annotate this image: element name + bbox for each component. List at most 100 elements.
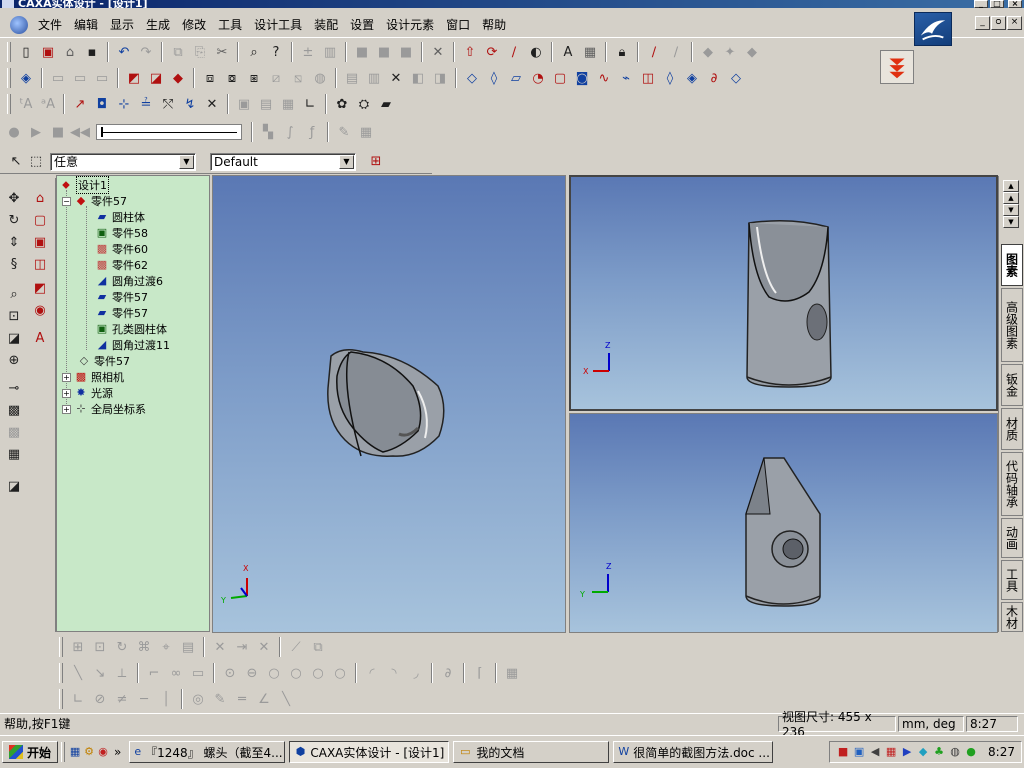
arrow-icon[interactable]: ↯: [180, 94, 200, 114]
surface6-icon[interactable]: ◙: [572, 68, 592, 88]
side-viewport[interactable]: Z Y: [569, 413, 998, 633]
grp3-icon[interactable]: ◆: [742, 42, 762, 62]
minimize-button[interactable]: _: [974, 0, 988, 8]
quicklaunch-media-icon[interactable]: ◉: [96, 745, 110, 759]
shell-icon[interactable]: ⧇: [222, 68, 242, 88]
help-cursor-icon[interactable]: ?: [266, 42, 286, 62]
camera3-icon[interactable]: ▦: [4, 444, 24, 464]
tray-input-icon[interactable]: ■: [836, 745, 850, 759]
new-design-icon[interactable]: ▣: [38, 42, 58, 62]
sketch-trim-icon[interactable]: ✕: [254, 637, 274, 657]
start-button[interactable]: 开始: [2, 741, 59, 763]
task-my-documents[interactable]: ▭ 我的文档: [453, 741, 610, 763]
pointer-icon[interactable]: ⇧: [460, 42, 480, 62]
menu-tools[interactable]: 工具: [212, 16, 248, 34]
surface2-icon[interactable]: ◊: [484, 68, 504, 88]
animation-timeline-slider[interactable]: [96, 124, 242, 140]
tree-item-child[interactable]: ▣ 零件58: [95, 225, 148, 241]
undo-icon[interactable]: ↶: [114, 42, 134, 62]
sketch-plane-icon[interactable]: ⊡: [90, 637, 110, 657]
block1-icon[interactable]: ■: [352, 42, 372, 62]
move-icon[interactable]: ↗: [70, 94, 90, 114]
arc1-icon[interactable]: ◜: [362, 663, 382, 683]
text-style-icon[interactable]: ᵃA: [38, 94, 58, 114]
surface13-icon[interactable]: ◇: [726, 68, 746, 88]
circle-tan-icon[interactable]: ○: [286, 663, 306, 683]
constraint-eq-icon[interactable]: ≠: [112, 689, 132, 709]
hierarchy-icon[interactable]: ⊞: [366, 152, 386, 172]
surface1-icon[interactable]: ◇: [462, 68, 482, 88]
print-icon[interactable]: ▰: [376, 94, 396, 114]
sweep-icon[interactable]: ◆: [168, 68, 188, 88]
anim4-icon[interactable]: ✎: [334, 122, 354, 142]
tree-item-child[interactable]: ◢ 圆角过渡6: [95, 273, 163, 289]
toolbar-grip[interactable]: [59, 663, 63, 683]
menu-file[interactable]: 文件: [32, 16, 68, 34]
maximize-button[interactable]: □: [990, 0, 1004, 8]
stop-icon[interactable]: ■: [48, 122, 68, 142]
dim-icon[interactable]: ▦: [580, 42, 600, 62]
anim1-icon[interactable]: ▚: [258, 122, 278, 142]
align-icon[interactable]: ⊹: [114, 94, 134, 114]
pen-icon[interactable]: ∕: [666, 42, 686, 62]
zoom-box-icon[interactable]: ⊡: [4, 306, 24, 326]
surface11-icon[interactable]: ◈: [682, 68, 702, 88]
mirror-icon[interactable]: ◧: [408, 68, 428, 88]
brush-icon[interactable]: ◪: [4, 476, 24, 496]
line-icon[interactable]: ╲: [68, 663, 88, 683]
cut-icon[interactable]: ✂: [212, 42, 232, 62]
camera1-icon[interactable]: ▩: [4, 400, 24, 420]
surface9-icon[interactable]: ◫: [638, 68, 658, 88]
tab-tools[interactable]: 工具: [1001, 560, 1023, 600]
text2d-icon[interactable]: ▦: [502, 663, 522, 683]
sketch-snap-icon[interactable]: ⌘: [134, 637, 154, 657]
anim2-icon[interactable]: ∫: [280, 122, 300, 142]
draft-icon[interactable]: ⧅: [288, 68, 308, 88]
fit-icon[interactable]: ◪: [4, 328, 24, 348]
tab-bearings[interactable]: 代码轴承: [1001, 452, 1023, 516]
toolbar-grip[interactable]: [7, 42, 11, 62]
tree-root[interactable]: ⬥ 设计1: [59, 176, 109, 194]
shade-icon[interactable]: ◩: [30, 278, 50, 298]
constraint-horiz-icon[interactable]: ─: [134, 689, 154, 709]
tray-network-icon[interactable]: ▣: [852, 745, 866, 759]
app-menu-icon[interactable]: [10, 15, 28, 34]
circle-icon[interactable]: ◉: [30, 300, 50, 320]
tray-green-icon[interactable]: ●: [964, 745, 978, 759]
circle-tan2-icon[interactable]: ○: [308, 663, 328, 683]
tab-sheet-metal[interactable]: 钣金: [1001, 364, 1023, 406]
surface7-icon[interactable]: ∿: [594, 68, 614, 88]
tree-item-child[interactable]: ▰ 零件57: [95, 305, 148, 321]
surface8-icon[interactable]: ⌁: [616, 68, 636, 88]
tree-item-child[interactable]: ▣ 孔类圆柱体: [95, 321, 167, 337]
perp-line-icon[interactable]: ⟂: [112, 663, 132, 683]
tangent-line-icon[interactable]: ↘: [90, 663, 110, 683]
toolbar-grip[interactable]: [7, 68, 11, 88]
tree-item-part[interactable]: − ◆ 零件57: [62, 193, 127, 209]
menu-view[interactable]: 显示: [104, 16, 140, 34]
collapse-panel-button[interactable]: [880, 50, 914, 84]
surface3-icon[interactable]: ▱: [506, 68, 526, 88]
measure-icon[interactable]: ±: [298, 42, 318, 62]
tray-misc-icon[interactable]: ◍: [948, 745, 962, 759]
plane2-icon[interactable]: ▭: [70, 68, 90, 88]
sketch-extend-icon[interactable]: ⇥: [232, 637, 252, 657]
close-button[interactable]: ×: [1008, 0, 1022, 8]
zoom-icon[interactable]: ⌕: [4, 284, 24, 304]
tab-scroll-last-icon[interactable]: ▼: [1003, 216, 1019, 228]
hole-icon[interactable]: ◍: [310, 68, 330, 88]
expand-icon[interactable]: +: [62, 388, 71, 398]
pattern2-icon[interactable]: ▥: [364, 68, 384, 88]
rotate2-icon[interactable]: ◐: [526, 42, 546, 62]
bspline-icon[interactable]: ∞: [166, 663, 186, 683]
sketch-icon[interactable]: ◈: [16, 68, 36, 88]
tree-item-child[interactable]: ◢ 圆角过渡11: [95, 337, 170, 353]
quicklaunch-app-icon[interactable]: ⚙: [82, 745, 96, 759]
tree-item-part[interactable]: ◇ 零件57: [77, 353, 130, 369]
mdi-minimize-button[interactable]: _: [975, 16, 990, 30]
front-viewport[interactable]: Z X: [569, 175, 998, 411]
tree-item-coords[interactable]: + ⊹ 全局坐标系: [62, 401, 146, 417]
select-box-icon[interactable]: ⬚: [26, 152, 46, 172]
cross-icon[interactable]: ✕: [202, 94, 222, 114]
main-viewport[interactable]: X Y: [212, 175, 566, 633]
